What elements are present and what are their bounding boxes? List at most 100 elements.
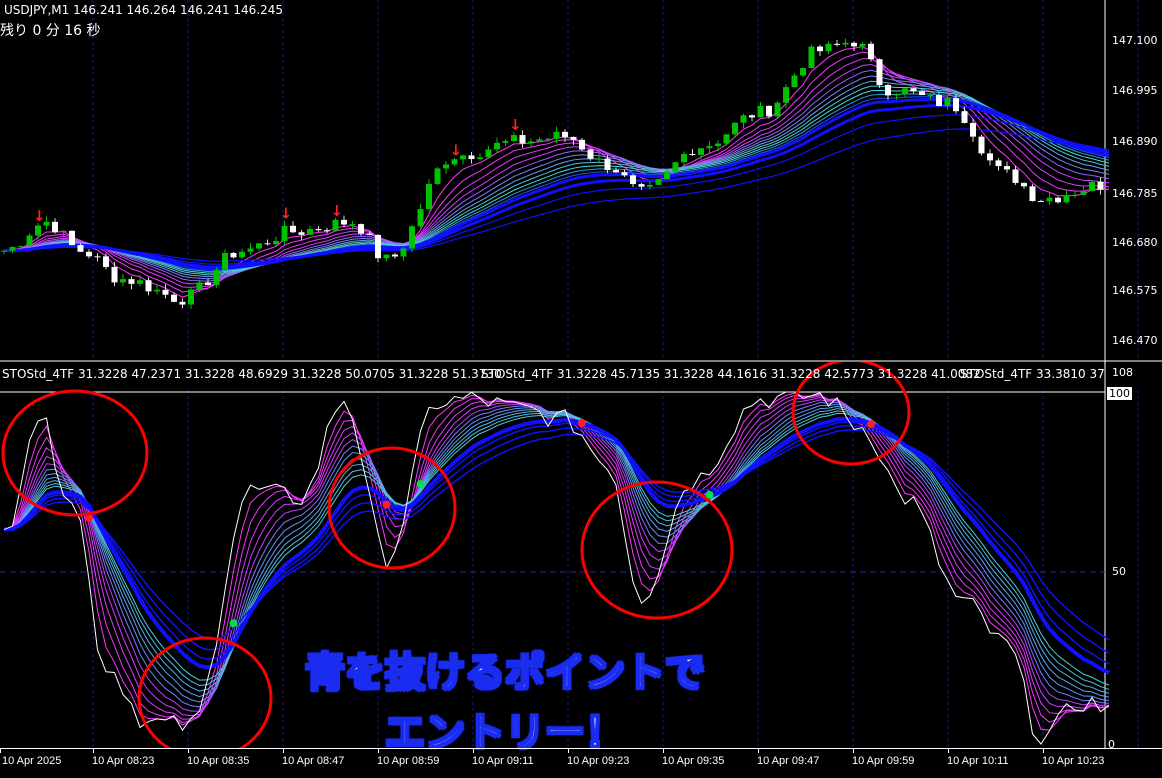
stoch-slow-line [3, 429, 1110, 641]
candle [859, 42, 866, 50]
candle [791, 73, 798, 88]
candle-body [451, 159, 458, 165]
candle-body [1, 250, 7, 252]
candle-body [264, 243, 271, 245]
time-label: 10 Apr 09:35 [662, 755, 725, 767]
candle-body [936, 94, 942, 107]
candle-body [434, 168, 441, 184]
candle-body [817, 46, 823, 52]
candle [1097, 177, 1104, 195]
candle-body [766, 105, 772, 117]
candle-body [783, 87, 789, 103]
candle [205, 278, 211, 286]
candle [52, 218, 58, 234]
candle [264, 239, 271, 246]
price-label: 146.995 [1112, 84, 1158, 97]
sell-signal-dot [578, 418, 586, 427]
indicator-header: STOStd_4TF 31.3228 47.2371 31.3228 48.69… [2, 367, 502, 381]
time-label: 10 Apr 09:47 [757, 755, 820, 767]
candle-body [970, 122, 976, 137]
time-label: 10 Apr 09:23 [567, 755, 630, 767]
candle-body [647, 184, 653, 187]
candle [1, 250, 7, 255]
time-tick [0, 749, 1, 753]
candle-body [1072, 194, 1078, 196]
symbol-header: USDJPY,M1 146.241 146.264 146.241 146.24… [4, 3, 284, 17]
candle-body [655, 179, 662, 185]
sell-signal-dot [382, 500, 391, 509]
candle-body [60, 230, 67, 233]
candle [630, 173, 636, 188]
candle-body [273, 240, 279, 245]
candle-body [137, 280, 143, 284]
candle-body [953, 98, 959, 112]
candle-body [213, 269, 220, 286]
candle-body [511, 135, 517, 141]
candle [502, 139, 509, 147]
price-label: 146.890 [1112, 135, 1158, 148]
candle [528, 138, 534, 147]
candle [281, 220, 288, 245]
sell-arrow-icon: ↓ [331, 202, 344, 220]
candle-body [383, 254, 390, 259]
price-chart[interactable]: ↓ ↓ ↓↓↓ [0, 0, 1162, 362]
candle-body [358, 224, 364, 234]
stoch-slow-line [3, 421, 1110, 665]
candle-body [944, 98, 951, 107]
candle-body [188, 289, 194, 305]
candle [902, 87, 908, 97]
time-tick [948, 749, 949, 753]
candle [749, 114, 755, 122]
candle [919, 89, 925, 96]
candle [94, 253, 101, 262]
time-tick [853, 749, 854, 753]
candle-body [800, 68, 806, 76]
candle-body [859, 43, 866, 47]
candle-body [570, 136, 577, 140]
time-tick [473, 749, 474, 753]
candle-body [995, 160, 1002, 167]
candle-body [613, 170, 619, 173]
candle-body [1055, 197, 1061, 203]
candle-body [103, 256, 109, 267]
candle-body [145, 280, 152, 292]
candle [383, 254, 390, 262]
candle [655, 178, 662, 185]
candle-body [502, 140, 509, 143]
time-label: 10 Apr 08:47 [282, 755, 345, 767]
candle [392, 252, 398, 259]
candle-body [1012, 169, 1019, 183]
candle-body [740, 115, 747, 123]
candle [35, 222, 41, 240]
candle [995, 158, 1002, 171]
candle-body [885, 85, 891, 96]
candle-body [341, 219, 347, 225]
candle-body [961, 111, 968, 123]
candle-body [587, 149, 594, 159]
candle [426, 179, 432, 212]
indicator-header: STOStd_4TF 33.3810 37. [960, 367, 1105, 381]
candle [103, 253, 109, 270]
candle [213, 267, 220, 288]
candle-body [1089, 181, 1095, 192]
candle-body [1046, 197, 1053, 202]
candle [596, 153, 602, 164]
candle [740, 113, 747, 129]
slow-ma-line [3, 128, 1110, 262]
ma-ribbon-line [3, 97, 1110, 271]
annotation-line-1: 青を抜けるポイントで [304, 649, 706, 697]
candle-body [706, 146, 713, 149]
candle-body [562, 131, 568, 137]
candle [477, 153, 483, 161]
candle-body [579, 139, 585, 150]
price-chart-panel[interactable]: ↓ ↓ ↓ ↓ ↓ USDJPY,M1 146.241 146.264 146.241 … [0, 0, 1162, 362]
time-label: 10 Apr 2025 [2, 755, 62, 767]
candle-body [9, 246, 16, 251]
candle-body [638, 184, 645, 187]
candle [536, 137, 543, 142]
candle [706, 141, 713, 153]
time-tick [663, 749, 664, 753]
candle [825, 41, 832, 55]
candle-body [400, 248, 407, 257]
indicator-axis-label: 100 [1107, 387, 1132, 400]
